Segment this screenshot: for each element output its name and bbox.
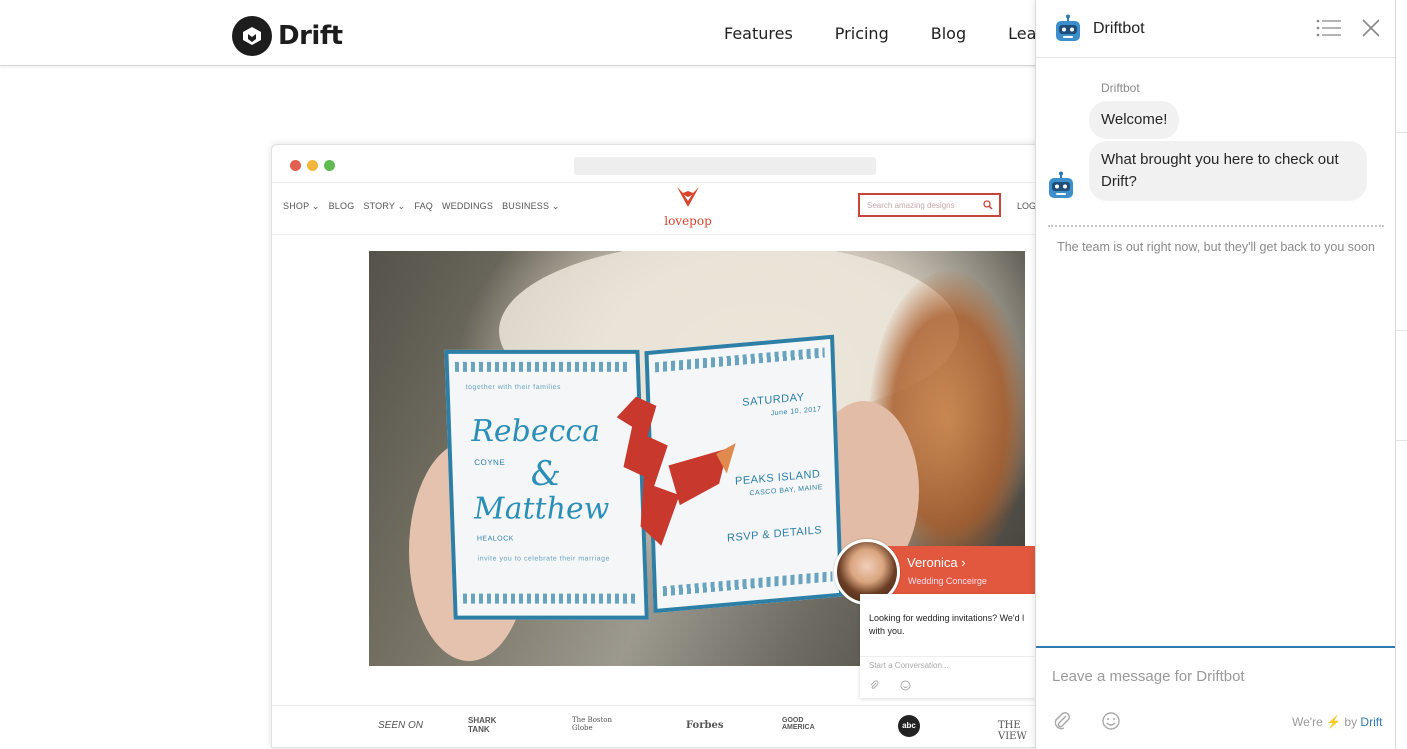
attach-icon <box>870 680 879 689</box>
store-search-placeholder: Search amazing designs <box>867 201 955 210</box>
concierge-role: Wedding Conceirge <box>908 576 987 586</box>
store-login: LOG <box>1017 201 1037 211</box>
press-shark-tank: SHARK TANK <box>468 716 497 734</box>
store-search: Search amazing designs <box>858 193 1001 217</box>
chat-title: Driftbot <box>1093 20 1145 37</box>
branding-prefix: We're <box>1292 715 1323 729</box>
chat-header: Driftbot <box>1036 0 1395 58</box>
press-forbes: Forbes <box>686 720 724 731</box>
drift-logo[interactable]: Drift <box>232 16 343 56</box>
concierge-input: Start a Conversation... <box>869 661 949 670</box>
nav-features[interactable]: Features <box>724 24 793 43</box>
concierge-name: Veronica › <box>907 555 966 570</box>
message-sender: Driftbot <box>1101 81 1140 95</box>
close-icon[interactable] <box>1361 18 1381 38</box>
mockup-url-bar <box>574 157 876 175</box>
card-name-1: Rebecca <box>470 413 601 449</box>
branding-by: by <box>1344 715 1358 729</box>
card-intro: together with their families <box>465 383 562 391</box>
concierge-header <box>884 546 1036 594</box>
popup-ship-decoration <box>616 396 736 546</box>
message-input[interactable]: Leave a message for Driftbot <box>1052 668 1245 685</box>
store-nav-story: STORY ⌄ <box>363 201 406 211</box>
mockup-titlebar <box>272 145 1050 183</box>
concierge-message: Looking for wedding invitations? We'd l … <box>869 613 1025 636</box>
drift-logo-icon <box>232 16 272 56</box>
nav-blog[interactable]: Blog <box>931 24 966 43</box>
store-nav-faq: FAQ <box>414 201 433 211</box>
press-abc: abc <box>898 715 920 737</box>
seen-on-label: SEEN ON <box>378 720 424 731</box>
driftbot-avatar-icon <box>1049 171 1073 198</box>
message-bubble: Welcome! <box>1089 101 1180 139</box>
fox-icon <box>677 187 699 207</box>
branding-name: Drift <box>1360 715 1383 729</box>
card-invite: invite you to celebrate their marriage <box>477 555 611 563</box>
away-notice: The team is out right now, but they'll g… <box>1057 240 1375 254</box>
page-edge <box>1396 0 1407 749</box>
away-divider <box>1048 225 1384 227</box>
nav-pricing[interactable]: Pricing <box>835 24 889 43</box>
store-nav-weddings: WEDDINGS <box>441 201 494 211</box>
card-name-2: Matthew <box>473 491 611 527</box>
emoji-icon[interactable] <box>1101 711 1121 731</box>
driftbot-icon <box>1056 14 1080 41</box>
attach-icon[interactable] <box>1052 711 1072 731</box>
wedding-invitation-card: together with their families Rebecca COY… <box>444 334 863 623</box>
card-ampersand: & <box>529 453 562 494</box>
card-location-sub: CASCO BAY, MAINE <box>749 484 823 498</box>
card-day: SATURDAY <box>742 391 805 409</box>
input-focus-line <box>1036 646 1395 648</box>
close-dot-icon <box>290 160 301 171</box>
store-nav: SHOP ⌄ BLOG STORY ⌄ FAQ WEDDINGS BUSINES… <box>283 201 560 212</box>
store-nav-blog: BLOG <box>328 201 355 211</box>
chat-widget: Driftbot Driftbot Welcome! What brought … <box>1035 0 1396 749</box>
lovepop-logo: lovepop <box>664 185 712 228</box>
store-divider <box>272 234 1050 235</box>
store-nav-shop: SHOP ⌄ <box>283 201 320 211</box>
card-surname-1: COYNE <box>474 457 506 467</box>
search-icon <box>983 200 993 210</box>
minimize-dot-icon <box>307 160 318 171</box>
list-menu-icon[interactable] <box>1316 19 1342 37</box>
message-bubble: What brought you here to check out Drift… <box>1089 141 1367 201</box>
seen-on-bar: SEEN ON SHARK TANK The Boston Globe Forb… <box>272 705 1050 747</box>
powered-by-drift[interactable]: We're ⚡ by Drift <box>1292 715 1382 729</box>
store-nav-business: BUSINESS ⌄ <box>502 201 560 211</box>
press-boston-globe: The Boston Globe <box>572 716 613 732</box>
lovepop-logo-text: lovepop <box>664 214 712 228</box>
maximize-dot-icon <box>324 160 335 171</box>
press-good-morning-america: GOOD AMERICA <box>782 717 815 731</box>
drift-logo-text: Drift <box>278 21 343 51</box>
emoji-icon <box>900 680 911 691</box>
lightning-icon: ⚡ <box>1326 715 1342 729</box>
card-surname-2: HEALOCK <box>476 535 515 543</box>
concierge-body: Looking for wedding invitations? We'd l … <box>860 594 1036 698</box>
card-date: June 10, 2017 <box>770 405 822 418</box>
